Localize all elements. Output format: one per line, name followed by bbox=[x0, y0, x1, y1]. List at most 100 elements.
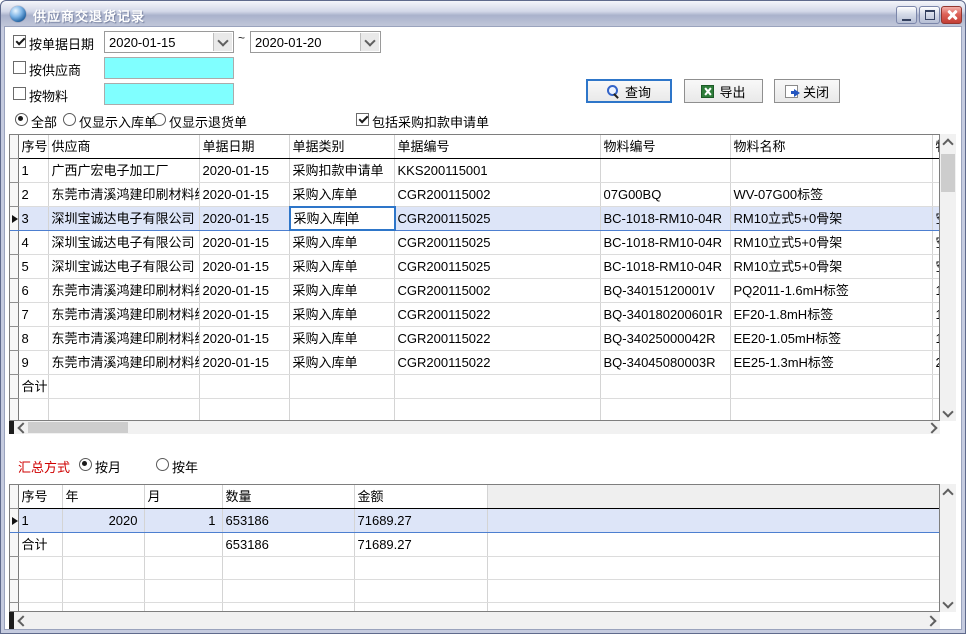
table-row[interactable]: 9东莞市清溪鸿建印刷材料经营2020-01-15采购入库单CGR20011502… bbox=[10, 351, 940, 375]
date-filter-checkbox[interactable] bbox=[13, 35, 26, 48]
table-cell[interactable]: 5 bbox=[18, 255, 48, 279]
filler-cell[interactable] bbox=[487, 603, 940, 613]
table-cell[interactable]: 空 bbox=[932, 231, 940, 255]
table-cell[interactable]: CGR200115022 bbox=[394, 327, 600, 351]
material-filter-input[interactable] bbox=[104, 83, 234, 105]
supplier-filter-checkbox[interactable] bbox=[13, 61, 26, 74]
table-cell[interactable] bbox=[394, 399, 600, 422]
table-cell[interactable]: 2020-01-15 bbox=[199, 351, 289, 375]
table-cell[interactable]: 2020-01-15 bbox=[199, 327, 289, 351]
table-cell[interactable]: 深圳宝诚达电子有限公司 bbox=[48, 207, 199, 231]
table-cell[interactable] bbox=[62, 603, 144, 613]
date-from-dropdown-button[interactable] bbox=[213, 33, 232, 51]
filler-cell[interactable] bbox=[487, 509, 940, 533]
include-deduction-checkbox[interactable] bbox=[356, 113, 369, 126]
table-cell[interactable]: 1 bbox=[932, 279, 940, 303]
supplier-filter-input[interactable] bbox=[104, 57, 234, 79]
table-cell[interactable]: 空 bbox=[932, 207, 940, 231]
table-cell[interactable]: 2020-01-15 bbox=[199, 207, 289, 231]
table-cell[interactable]: 653186 bbox=[222, 533, 354, 557]
table-cell[interactable] bbox=[144, 533, 222, 557]
table-cell[interactable]: BC-1018-RM10-04R bbox=[600, 255, 730, 279]
table-cell[interactable]: EE25-1.3mH标签 bbox=[730, 351, 932, 375]
table-cell[interactable]: BQ-34025000042R bbox=[600, 327, 730, 351]
table-cell[interactable]: 2020 bbox=[62, 509, 144, 533]
table-cell[interactable]: BC-1018-RM10-04R bbox=[600, 231, 730, 255]
scope-radio-inbound[interactable] bbox=[63, 113, 76, 126]
table-cell[interactable] bbox=[48, 375, 199, 399]
table-cell[interactable]: BQ-34015120001V bbox=[600, 279, 730, 303]
table-cell[interactable] bbox=[222, 557, 354, 580]
table-cell[interactable]: 东莞市清溪鸿建印刷材料经营 bbox=[48, 327, 199, 351]
table-cell[interactable]: 采购入库单 bbox=[289, 327, 394, 351]
table-cell[interactable]: 采购入库单 bbox=[289, 279, 394, 303]
table-cell[interactable] bbox=[144, 603, 222, 613]
cell-editor[interactable]: 采购入库单 bbox=[289, 206, 396, 231]
table-cell[interactable] bbox=[144, 557, 222, 580]
close-button[interactable]: 关闭 bbox=[774, 79, 840, 103]
summary-radio-year[interactable] bbox=[156, 458, 169, 471]
table-cell[interactable]: 采购入库单 bbox=[289, 207, 394, 231]
row-selector-cell[interactable] bbox=[10, 399, 18, 422]
table-cell[interactable] bbox=[600, 159, 730, 183]
table-cell[interactable]: BQ-340180200601R bbox=[600, 303, 730, 327]
table-cell[interactable]: 1 bbox=[932, 303, 940, 327]
table-cell[interactable]: BQ-34045080003R bbox=[600, 351, 730, 375]
maximize-button[interactable] bbox=[919, 6, 940, 24]
table-cell[interactable]: 71689.27 bbox=[354, 533, 487, 557]
date-to-combobox[interactable]: 2020-01-20 bbox=[250, 31, 381, 53]
table-cell[interactable] bbox=[199, 399, 289, 422]
scroll-down-button[interactable] bbox=[940, 405, 956, 421]
export-button[interactable]: 导出 bbox=[684, 79, 763, 103]
table-cell[interactable] bbox=[354, 580, 487, 603]
table-cell[interactable]: EF20-1.8mH标签 bbox=[730, 303, 932, 327]
table-cell[interactable]: 采购入库单 bbox=[289, 303, 394, 327]
table-cell[interactable]: 广西广宏电子加工厂 bbox=[48, 159, 199, 183]
table-cell[interactable] bbox=[932, 183, 940, 207]
scroll-left-button[interactable] bbox=[14, 421, 28, 434]
table-cell[interactable] bbox=[932, 159, 940, 183]
table-row[interactable] bbox=[10, 580, 940, 603]
table-cell[interactable] bbox=[18, 580, 62, 603]
total-row[interactable]: 合计 bbox=[10, 375, 940, 399]
table-cell[interactable]: 2 bbox=[932, 351, 940, 375]
table-cell[interactable] bbox=[289, 399, 394, 422]
table-cell[interactable]: CGR200115022 bbox=[394, 351, 600, 375]
scroll-thumb[interactable] bbox=[28, 422, 128, 433]
row-selector-cell[interactable] bbox=[10, 231, 18, 255]
summary-radio-month[interactable] bbox=[79, 458, 92, 471]
table-cell[interactable]: CGR200115002 bbox=[394, 279, 600, 303]
table-cell[interactable]: 东莞市清溪鸿建印刷材料经营 bbox=[48, 183, 199, 207]
table-cell[interactable]: 71689.27 bbox=[354, 509, 487, 533]
table-cell[interactable]: RM10立式5+0骨架 bbox=[730, 207, 932, 231]
table-row[interactable]: 5深圳宝诚达电子有限公司2020-01-15采购入库单CGR200115025B… bbox=[10, 255, 940, 279]
scroll-up-button[interactable] bbox=[940, 134, 956, 150]
scope-radio-all[interactable] bbox=[15, 113, 28, 126]
scroll-thumb[interactable] bbox=[941, 154, 955, 192]
table-row[interactable]: 2东莞市清溪鸿建印刷材料经营2020-01-15采购入库单CGR20011500… bbox=[10, 183, 940, 207]
minimize-button[interactable] bbox=[896, 6, 917, 24]
table-cell[interactable]: 2020-01-15 bbox=[199, 159, 289, 183]
date-from-combobox[interactable]: 2020-01-15 bbox=[104, 31, 234, 53]
table-cell[interactable] bbox=[48, 399, 199, 422]
scroll-up-button[interactable] bbox=[940, 484, 956, 500]
table-cell[interactable]: KKS200115001 bbox=[394, 159, 600, 183]
query-button[interactable]: 查询 bbox=[586, 79, 672, 103]
close-window-button[interactable] bbox=[941, 6, 962, 24]
table-cell[interactable]: 2020-01-15 bbox=[199, 279, 289, 303]
scroll-down-button[interactable] bbox=[940, 596, 956, 612]
table-cell[interactable]: 采购入库单 bbox=[289, 231, 394, 255]
table-row[interactable]: 7东莞市清溪鸿建印刷材料经营2020-01-15采购入库单CGR20011502… bbox=[10, 303, 940, 327]
table-cell[interactable] bbox=[199, 375, 289, 399]
summary-h-scrollbar[interactable] bbox=[9, 612, 940, 629]
table-cell[interactable] bbox=[18, 399, 48, 422]
row-selector-cell[interactable] bbox=[10, 580, 18, 603]
table-cell[interactable]: 3 bbox=[18, 207, 48, 231]
table-cell[interactable]: CGR200115025 bbox=[394, 231, 600, 255]
scope-radio-returns[interactable] bbox=[153, 113, 166, 126]
table-cell[interactable] bbox=[222, 580, 354, 603]
table-cell[interactable]: 2020-01-15 bbox=[199, 255, 289, 279]
records-v-scrollbar[interactable] bbox=[940, 134, 956, 421]
scroll-right-button[interactable] bbox=[926, 421, 940, 434]
table-cell[interactable]: 空 bbox=[932, 255, 940, 279]
